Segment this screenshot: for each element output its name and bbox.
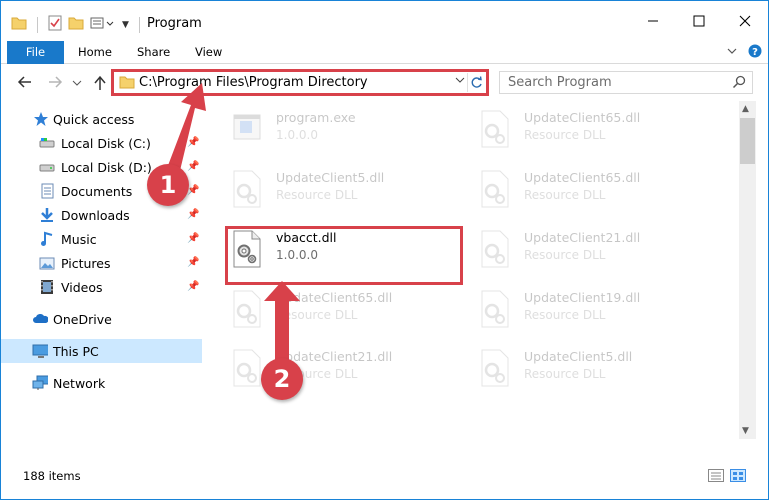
annotation-arrows xyxy=(164,83,300,361)
arrow-to-file xyxy=(264,281,300,361)
callout-step-2: 2 xyxy=(261,358,303,400)
callout-step-1: 1 xyxy=(147,164,189,206)
file-explorer-window: ▼ Program File Home Share View ? C:\Prog… xyxy=(0,0,769,500)
